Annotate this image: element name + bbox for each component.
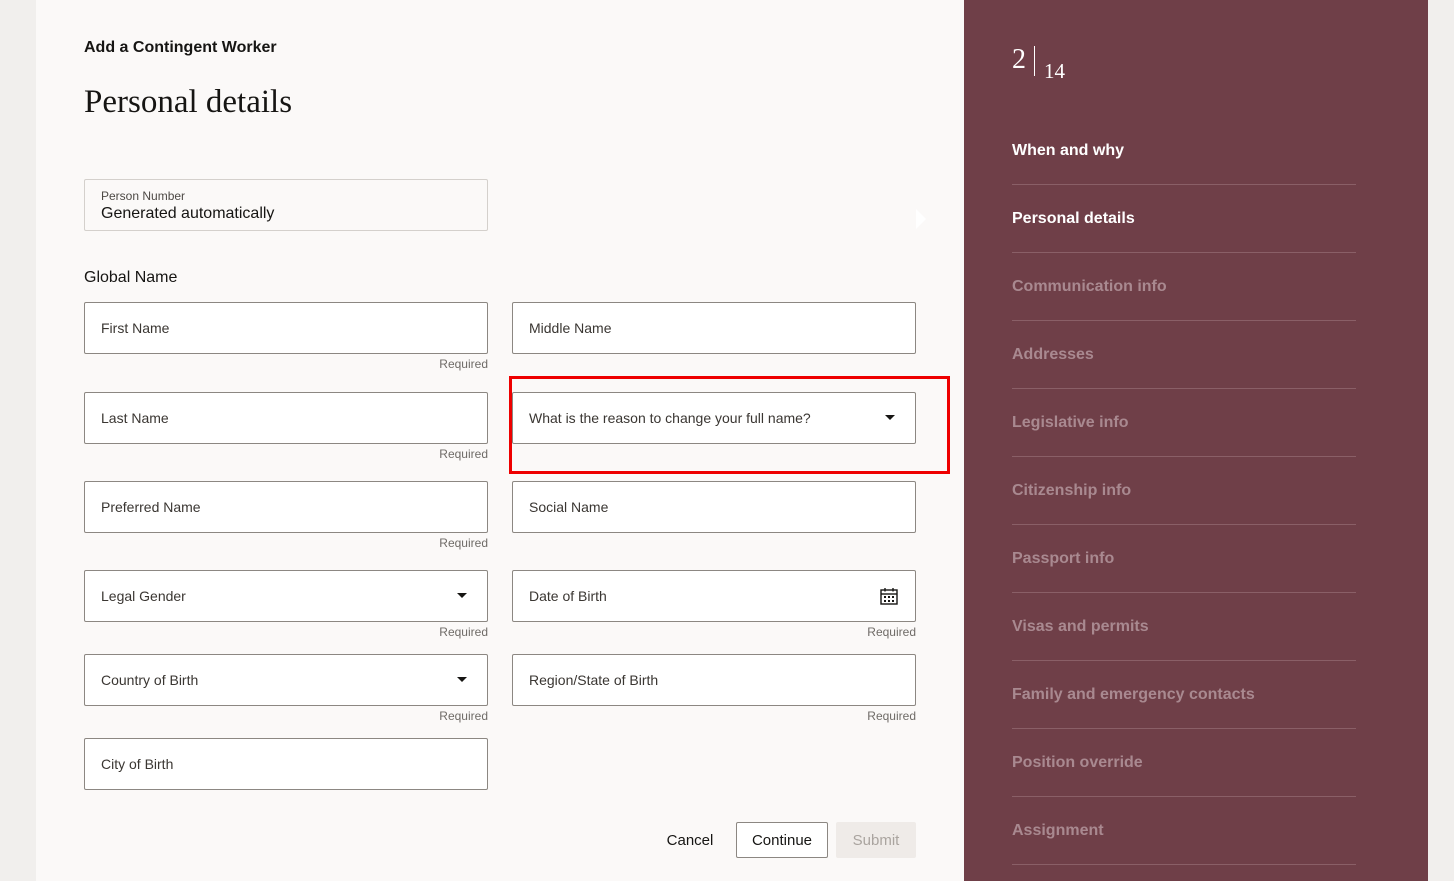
- legal-gender-select[interactable]: Legal Gender: [84, 570, 488, 622]
- step-label: When and why: [1012, 141, 1124, 159]
- step-item-legislative-info[interactable]: Legislative info: [1012, 389, 1356, 457]
- step-item-visas-and-permits[interactable]: Visas and permits: [1012, 593, 1356, 661]
- person-number-value: Generated automatically: [101, 205, 275, 222]
- step-counter: 2 14: [1012, 44, 1065, 82]
- legal-gender-required: Required: [439, 625, 488, 639]
- step-item-citizenship-info[interactable]: Citizenship info: [1012, 457, 1356, 525]
- city-of-birth-label: City of Birth: [101, 756, 174, 772]
- step-label: Visas and permits: [1012, 617, 1149, 635]
- social-name-label: Social Name: [529, 499, 609, 515]
- step-item-communication-info[interactable]: Communication info: [1012, 253, 1356, 321]
- step-label: Addresses: [1012, 345, 1094, 363]
- last-name-label: Last Name: [101, 410, 169, 426]
- step-label: Family and emergency contacts: [1012, 685, 1255, 703]
- step-item-family-and-emergency-contacts[interactable]: Family and emergency contacts: [1012, 661, 1356, 729]
- first-name-input[interactable]: First Name: [84, 302, 488, 354]
- preferred-name-label: Preferred Name: [101, 499, 201, 515]
- global-name-heading: Global Name: [84, 269, 178, 286]
- step-item-personal-details[interactable]: Personal details: [1012, 185, 1356, 253]
- submit-button[interactable]: Submit: [836, 822, 916, 858]
- step-current-number: 2: [1012, 44, 1026, 75]
- date-of-birth-input[interactable]: Date of Birth: [512, 570, 916, 622]
- main-panel: Add a Contingent Worker Personal details…: [36, 0, 964, 881]
- step-label: Citizenship info: [1012, 481, 1132, 499]
- social-name-input[interactable]: Social Name: [512, 481, 916, 533]
- calendar-icon[interactable]: [880, 587, 898, 605]
- region-of-birth-required: Required: [867, 709, 916, 723]
- person-number-label: Person Number: [101, 189, 186, 203]
- progress-sidebar: 2 14 When and why Personal details Commu…: [916, 0, 1428, 881]
- date-of-birth-label: Date of Birth: [529, 588, 607, 604]
- chevron-down-icon: [457, 593, 467, 598]
- first-name-required: Required: [439, 357, 488, 371]
- step-item-position-override[interactable]: Position override: [1012, 729, 1356, 797]
- preferred-name-required: Required: [439, 536, 488, 550]
- city-of-birth-input[interactable]: City of Birth: [84, 738, 488, 790]
- region-of-birth-label: Region/State of Birth: [529, 672, 659, 688]
- legal-gender-label: Legal Gender: [101, 588, 186, 604]
- current-step-pointer-icon: [916, 209, 926, 229]
- first-name-label: First Name: [101, 320, 170, 336]
- last-name-input[interactable]: Last Name: [84, 392, 488, 444]
- middle-name-input[interactable]: Middle Name: [512, 302, 916, 354]
- country-of-birth-select[interactable]: Country of Birth: [84, 654, 488, 706]
- page-edge: [1428, 0, 1454, 881]
- step-label: Personal details: [1012, 209, 1135, 227]
- page-title: Personal details: [84, 84, 293, 120]
- step-item-passport-info[interactable]: Passport info: [1012, 525, 1356, 593]
- country-of-birth-required: Required: [439, 709, 488, 723]
- middle-name-label: Middle Name: [529, 320, 612, 336]
- cancel-button[interactable]: Cancel: [656, 822, 724, 858]
- step-label: Communication info: [1012, 277, 1167, 295]
- person-number-field: Person Number Generated automatically: [84, 179, 488, 231]
- page-eyebrow: Add a Contingent Worker: [84, 39, 277, 56]
- step-list: When and why Personal details Communicat…: [1012, 117, 1356, 865]
- step-item-assignment[interactable]: Assignment: [1012, 797, 1356, 865]
- step-item-when-and-why[interactable]: When and why: [1012, 117, 1356, 185]
- step-total-number: 14: [1044, 59, 1065, 83]
- preferred-name-input[interactable]: Preferred Name: [84, 481, 488, 533]
- date-of-birth-required: Required: [867, 625, 916, 639]
- step-item-addresses[interactable]: Addresses: [1012, 321, 1356, 389]
- continue-button[interactable]: Continue: [736, 822, 828, 858]
- step-label: Position override: [1012, 753, 1143, 771]
- step-label: Legislative info: [1012, 413, 1129, 431]
- region-of-birth-input[interactable]: Region/State of Birth: [512, 654, 916, 706]
- step-label: Passport info: [1012, 549, 1115, 567]
- step-label: Assignment: [1012, 821, 1104, 839]
- annotation-highlight-box: [509, 376, 950, 474]
- step-divider: [1034, 46, 1035, 76]
- country-of-birth-label: Country of Birth: [101, 672, 199, 688]
- last-name-required: Required: [439, 447, 488, 461]
- chevron-down-icon: [457, 677, 467, 682]
